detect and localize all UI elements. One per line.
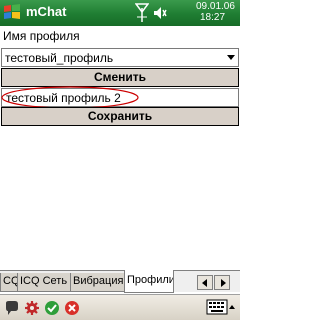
tab-profiles[interactable]: Профили	[124, 270, 174, 293]
clock-date: 09.01.06	[196, 1, 235, 12]
tab-cq[interactable]: CQ	[0, 273, 18, 292]
keyboard-icon[interactable]	[206, 298, 228, 316]
menu-bar	[0, 294, 240, 320]
close-icon[interactable]	[64, 300, 80, 316]
save-button[interactable]: Сохранить	[1, 107, 239, 126]
status-icon[interactable]	[4, 300, 20, 316]
profile-name-input-value: тестовый профиль 2	[6, 91, 121, 105]
app-title: mChat	[26, 4, 67, 19]
tab-scroll-left-button[interactable]	[197, 275, 213, 290]
tab-strip: CQ ICQ Сеть Вибрация Профили	[0, 270, 240, 293]
clock-time: 18:27	[200, 12, 226, 23]
tab-icq-network[interactable]: ICQ Сеть	[17, 273, 71, 292]
arrow-right-icon	[221, 279, 226, 287]
profile-select[interactable]: тестовый_профиль	[1, 48, 239, 67]
tab-vibration[interactable]: Вибрация	[70, 273, 125, 292]
volume-mute-icon[interactable]	[153, 6, 167, 20]
clock[interactable]: 09.01.06 18:27	[196, 1, 240, 23]
settings-icon[interactable]	[24, 300, 40, 316]
title-bar: mChat 09.01.06 18:27	[0, 0, 240, 26]
signal-icon[interactable]	[135, 3, 149, 23]
ok-icon[interactable]	[44, 300, 60, 316]
profile-name-label: Имя профиля	[3, 29, 80, 43]
tab-scroll-right-button[interactable]	[214, 275, 230, 290]
profile-select-value: тестовый_профиль	[5, 51, 114, 65]
profile-name-input[interactable]: тестовый профиль 2	[1, 88, 239, 107]
windows-flag-icon[interactable]	[2, 2, 22, 22]
arrow-left-icon	[202, 279, 207, 287]
chevron-down-icon[interactable]	[227, 55, 235, 60]
status-icons[interactable]	[135, 3, 167, 23]
change-button[interactable]: Сменить	[1, 68, 239, 87]
chevron-up-icon[interactable]	[229, 305, 235, 309]
